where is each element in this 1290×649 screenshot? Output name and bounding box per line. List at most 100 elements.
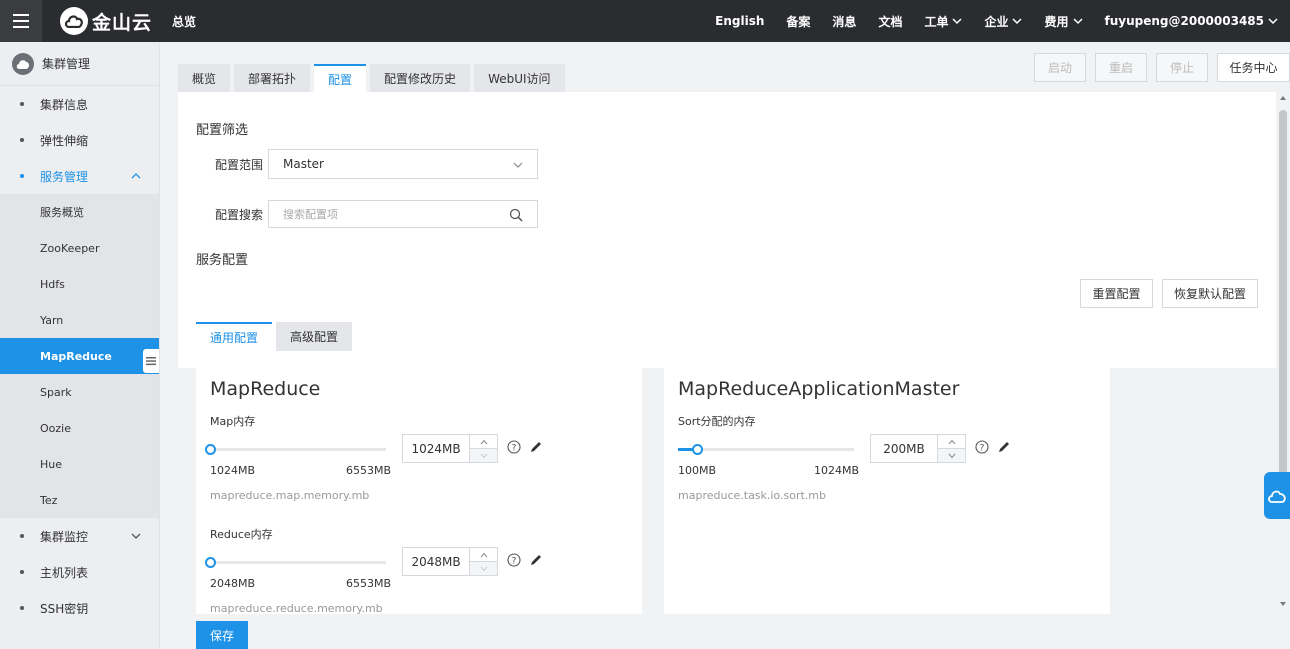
- edit-icon[interactable]: [997, 440, 1011, 454]
- sidebar-item-hue[interactable]: Hue: [0, 446, 159, 482]
- decrement-icon[interactable]: [470, 448, 497, 462]
- config-search-input[interactable]: 搜索配置项: [268, 200, 538, 228]
- cloud-logo-icon: [60, 7, 88, 35]
- menu-icon[interactable]: [0, 0, 42, 42]
- config-subtabs: 通用配置 高级配置: [196, 322, 356, 351]
- nav-enterprise[interactable]: 企业: [984, 13, 1023, 30]
- nav-docs[interactable]: 文档: [878, 13, 902, 30]
- sidebar-header: 集群管理: [0, 42, 159, 86]
- search-label: 配置搜索: [215, 208, 264, 222]
- chevron-up-icon: [131, 173, 141, 179]
- help-icon[interactable]: ?: [975, 440, 989, 454]
- slider-thumb[interactable]: [205, 557, 216, 568]
- increment-icon[interactable]: [470, 435, 497, 448]
- sidebar-item-elastic-scaling[interactable]: 弹性伸缩: [0, 122, 159, 158]
- increment-icon[interactable]: [470, 548, 497, 561]
- edit-icon[interactable]: [529, 440, 543, 454]
- task-center-button[interactable]: 任务中心: [1217, 53, 1290, 82]
- tab-overview[interactable]: 概览: [178, 64, 231, 92]
- tab-advanced-config[interactable]: 高级配置: [276, 322, 353, 351]
- sidebar: 集群管理 集群信息 弹性伸缩 服务管理 服务概览 ZooKeeper Hdfs …: [0, 42, 160, 649]
- save-button[interactable]: 保存: [196, 621, 248, 649]
- increment-icon[interactable]: [938, 435, 965, 448]
- reduce-memory-slider[interactable]: [205, 557, 386, 568]
- nav-messages[interactable]: 消息: [832, 13, 856, 30]
- filter-title: 配置筛选: [196, 123, 249, 138]
- bullet-icon: [20, 606, 24, 610]
- map-memory-stepper[interactable]: 1024MB: [402, 434, 498, 463]
- logo-text: 金山云: [92, 11, 153, 34]
- svg-text:?: ?: [512, 444, 517, 454]
- vertical-scrollbar[interactable]: [1276, 92, 1290, 614]
- stepper-value[interactable]: 2048MB: [403, 548, 470, 575]
- stop-button[interactable]: 停止: [1156, 53, 1208, 82]
- sidebar-item-zookeeper[interactable]: ZooKeeper: [0, 230, 159, 266]
- param-key: mapreduce.reduce.memory.mb: [210, 602, 383, 615]
- bullet-icon: [20, 138, 24, 142]
- bullet-icon: [20, 534, 24, 538]
- scroll-up-icon[interactable]: [1279, 94, 1287, 102]
- service-submenu: 服务概览 ZooKeeper Hdfs Yarn MapReduce Spark…: [0, 194, 159, 518]
- logo[interactable]: 金山云: [60, 0, 152, 42]
- overview-link[interactable]: 总览: [172, 13, 196, 30]
- sidebar-item-service-management[interactable]: 服务管理: [0, 158, 159, 194]
- help-widget-icon[interactable]: [1264, 472, 1290, 519]
- stepper-value[interactable]: 1024MB: [403, 435, 470, 462]
- sidebar-item-cluster-info[interactable]: 集群信息: [0, 86, 159, 122]
- sort-memory-slider[interactable]: [678, 444, 854, 455]
- map-memory-slider[interactable]: [205, 444, 386, 455]
- scroll-down-icon[interactable]: [1279, 600, 1287, 608]
- sidebar-item-service-overview[interactable]: 服务概览: [0, 194, 159, 230]
- svg-text:?: ?: [980, 444, 985, 454]
- service-config-title: 服务配置: [196, 253, 249, 268]
- card-title: MapReduce: [210, 378, 321, 400]
- bullet-icon: [20, 174, 24, 178]
- stepper-value[interactable]: 200MB: [871, 435, 938, 462]
- reduce-memory-stepper[interactable]: 2048MB: [402, 547, 498, 576]
- nav-tickets[interactable]: 工单: [924, 13, 962, 30]
- config-cards: MapReduce Map内存 1024MB ? 1024MB 6553MB m…: [178, 368, 1276, 615]
- decrement-icon[interactable]: [938, 448, 965, 462]
- sidebar-item-host-list[interactable]: 主机列表: [0, 554, 159, 590]
- help-icon[interactable]: ?: [507, 440, 521, 454]
- nav-billing[interactable]: 费用: [1044, 13, 1083, 30]
- slider-thumb[interactable]: [692, 444, 703, 455]
- sort-memory-stepper[interactable]: 200MB: [870, 434, 966, 463]
- reset-config-button[interactable]: 重置配置: [1080, 279, 1153, 308]
- edit-icon[interactable]: [529, 553, 543, 567]
- tab-config[interactable]: 配置: [314, 64, 367, 92]
- tab-webui-access[interactable]: WebUI访问: [474, 64, 565, 92]
- sidebar-item-tez[interactable]: Tez: [0, 482, 159, 518]
- top-nav: English 备案 消息 文档 工单 企业 费用 fuyupeng@20000…: [693, 0, 1290, 42]
- sidebar-item-hdfs[interactable]: Hdfs: [0, 266, 159, 302]
- chevron-down-icon: [1012, 18, 1023, 25]
- start-button[interactable]: 启动: [1034, 53, 1086, 82]
- help-icon[interactable]: ?: [507, 553, 521, 567]
- param-label: Reduce内存: [210, 528, 273, 541]
- scope-select[interactable]: Master: [268, 149, 538, 179]
- search-icon[interactable]: [509, 208, 523, 222]
- card-mapreduce: MapReduce Map内存 1024MB ? 1024MB 6553MB m…: [196, 368, 642, 615]
- sidebar-item-cluster-monitor[interactable]: 集群监控: [0, 518, 159, 554]
- nav-user-account[interactable]: fuyupeng@2000003485: [1105, 14, 1279, 28]
- tab-topology[interactable]: 部署拓扑: [234, 64, 311, 92]
- scrollbar-thumb[interactable]: [1279, 110, 1287, 480]
- nav-icp-filing[interactable]: 备案: [786, 13, 810, 30]
- tab-config-history[interactable]: 配置修改历史: [370, 64, 471, 92]
- slider-min-label: 2048MB: [210, 577, 256, 590]
- sidebar-item-ssh-keys[interactable]: SSH密钥: [0, 590, 159, 626]
- sidebar-item-mapreduce[interactable]: MapReduce: [0, 338, 159, 374]
- slider-thumb[interactable]: [205, 444, 216, 455]
- sidebar-item-yarn[interactable]: Yarn: [0, 302, 159, 338]
- sidebar-item-spark[interactable]: Spark: [0, 374, 159, 410]
- restore-default-button[interactable]: 恢复默认配置: [1162, 279, 1258, 308]
- chevron-down-icon: [1268, 18, 1278, 25]
- tab-general-config[interactable]: 通用配置: [196, 322, 273, 351]
- slider-min-label: 100MB: [678, 464, 717, 477]
- chevron-down-icon: [131, 533, 141, 539]
- sidebar-item-oozie[interactable]: Oozie: [0, 410, 159, 446]
- restart-button[interactable]: 重启: [1095, 53, 1147, 82]
- nav-english[interactable]: English: [715, 14, 764, 28]
- decrement-icon[interactable]: [470, 561, 497, 575]
- collapse-sidebar-icon[interactable]: [143, 349, 159, 373]
